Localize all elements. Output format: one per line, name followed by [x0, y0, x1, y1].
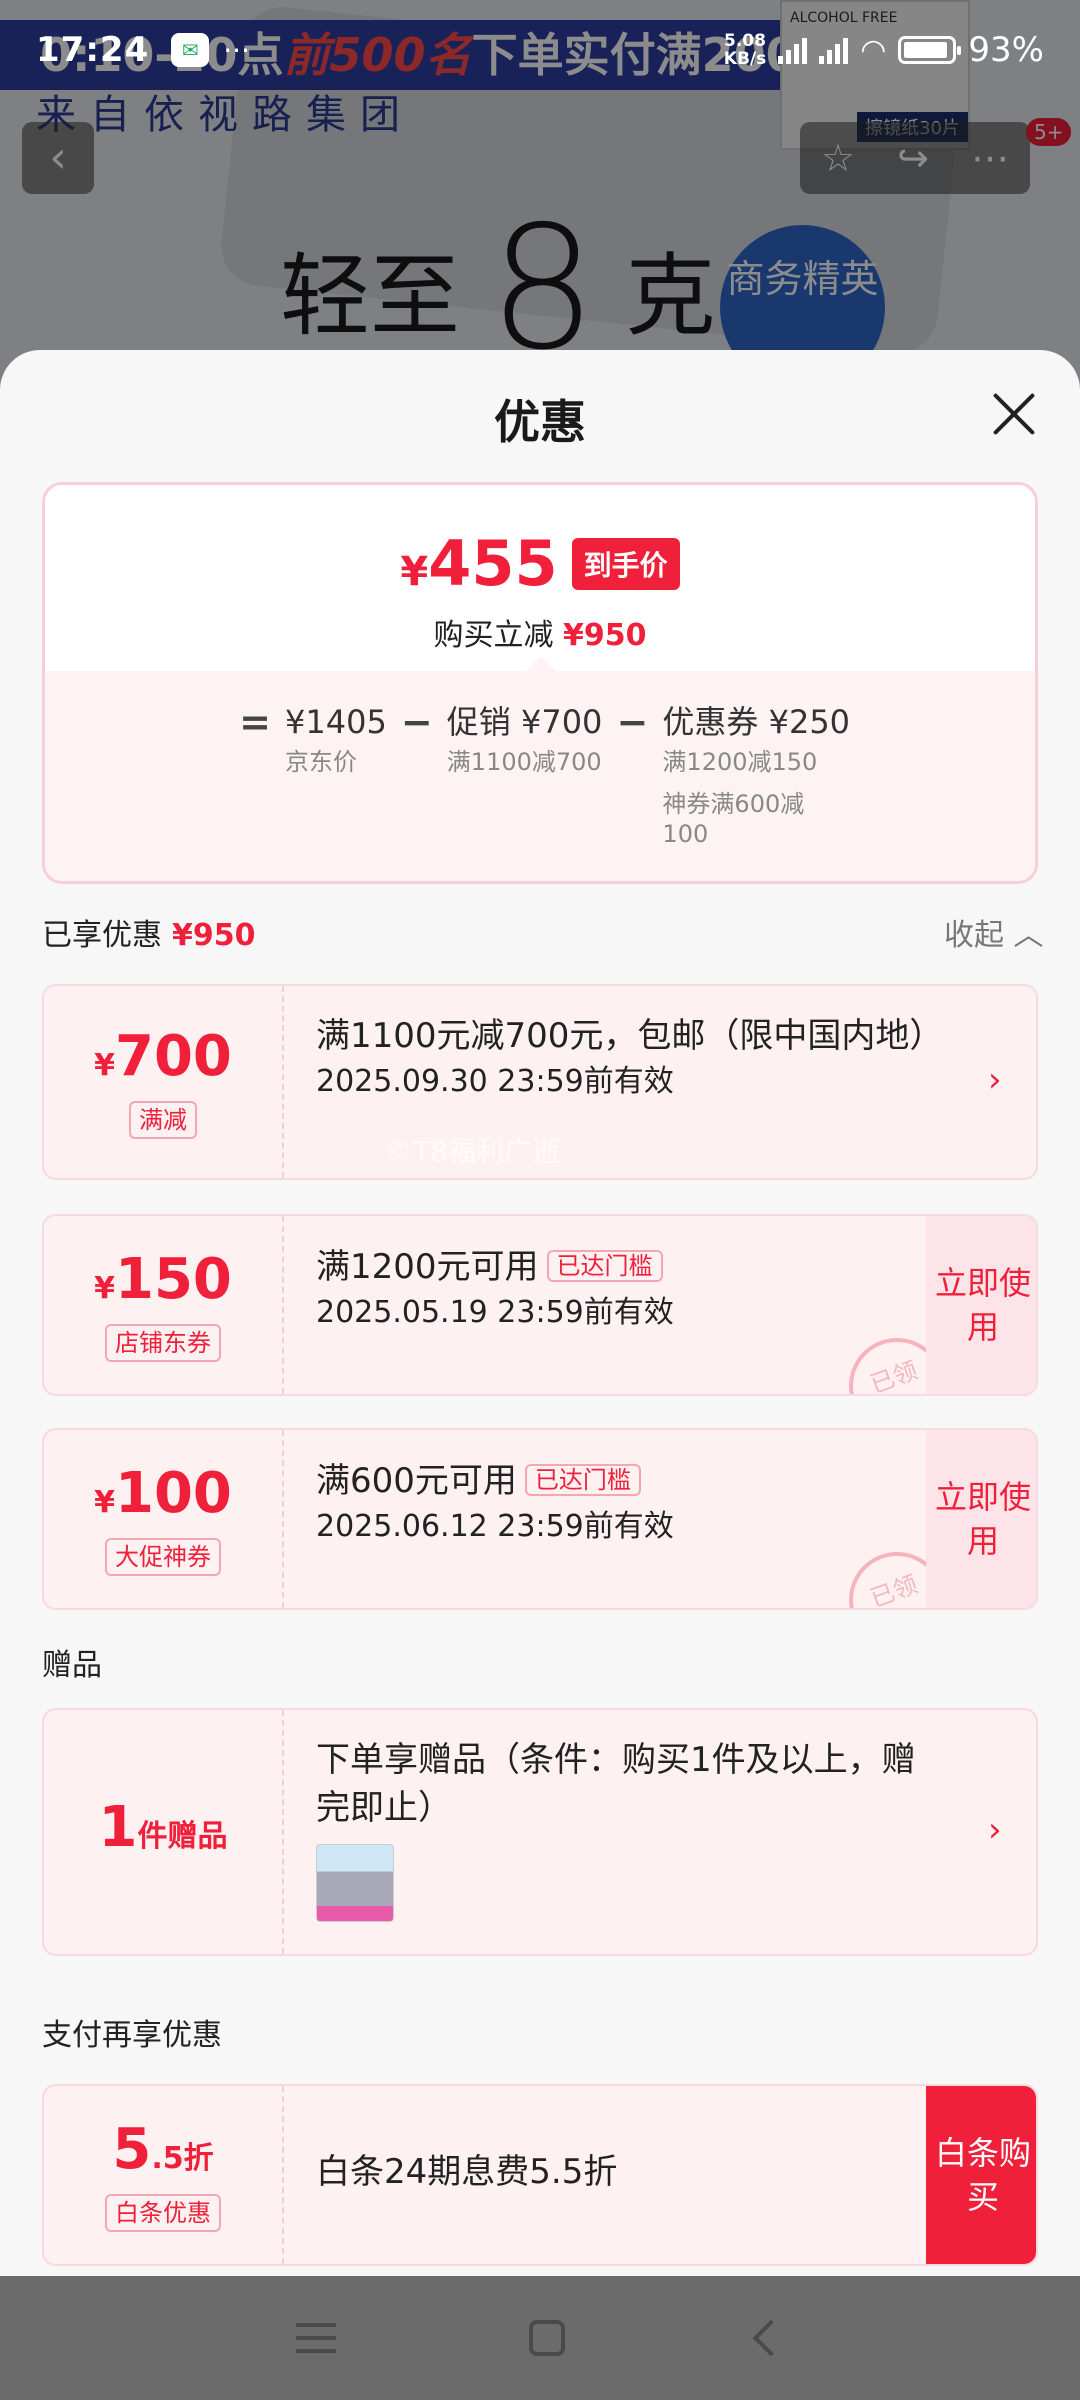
chevron-right-icon[interactable]: › — [988, 1810, 1002, 1850]
instant-discount-line: 购买立减 ¥950 — [433, 618, 647, 653]
battery-icon — [898, 36, 962, 64]
coupon-card-store: ¥150 店铺东券 满1200元可用 已达门槛 2025.05.19 23:59前… — [42, 1214, 1038, 1396]
coupon-title: 满600元可用 已达门槛 — [316, 1456, 936, 1505]
back-icon[interactable] — [752, 2319, 790, 2357]
discount-rate: 5.5折 — [112, 2116, 214, 2182]
final-price: ¥455 — [400, 527, 558, 600]
coupon-type-tag: 满减 — [129, 1100, 197, 1139]
coupon-card-mega-promo: ¥100 大促神券 满600元可用 已达门槛 2025.06.12 23:59前有… — [42, 1428, 1038, 1610]
coupon-expiry: 2025.09.30 23:59前有效 — [316, 1064, 674, 1099]
home-icon[interactable] — [528, 2320, 565, 2356]
sheet-title: 优惠 — [494, 395, 586, 449]
coupon-title: 满1200元可用 已达门槛 — [316, 1242, 936, 1291]
signal-icon — [778, 36, 808, 64]
collapse-toggle[interactable]: 收起 ︿ — [944, 910, 1044, 954]
gift-count: 1件赠品 — [98, 1794, 228, 1860]
clock: 17:24 — [36, 30, 150, 70]
system-nav-bar — [0, 2276, 1080, 2400]
use-now-button[interactable]: 立即使用 — [926, 1216, 1036, 1394]
coupon-amount: ¥150 — [94, 1246, 232, 1312]
battery-percent: 93% — [968, 30, 1044, 70]
network-speed: 5.08 KB/s — [723, 31, 767, 69]
close-icon[interactable] — [990, 390, 1038, 438]
coupon-term: 优惠券 ¥250 满1200减150 神券满600减100 — [662, 703, 851, 848]
gift-thumbnail[interactable] — [316, 1844, 394, 1922]
gift-section-title: 赠品 — [42, 1648, 102, 1683]
gift-title: 下单享赠品（条件：购买1件及以上，赠完即止） — [316, 1740, 916, 1828]
pay-section-title: 支付再享优惠 — [42, 2018, 222, 2053]
price-breakdown: = ¥1405 京东价 − 促销 ¥700 满1100减700 − 优惠券 ¥2… — [45, 671, 1035, 881]
status-bar: 17:24 ✉ ··· 5.08 KB/s ◠ 93% — [0, 0, 1080, 100]
pay-type-tag: 白条优惠 — [105, 2193, 221, 2232]
enjoyed-discount-header: 已享优惠 ¥950 — [42, 918, 256, 953]
coupon-type-tag: 店铺东券 — [105, 1323, 221, 1362]
watermark: ©T8福利广逝 — [385, 1135, 560, 1168]
gift-card[interactable]: 1件赠品 下单享赠品（条件：购买1件及以上，赠完即止） › — [42, 1708, 1038, 1956]
jd-price-term: ¥1405 京东价 — [285, 703, 387, 776]
coupon-expiry: 2025.06.12 23:59前有效 — [316, 1509, 674, 1544]
final-price-tag: 到手价 — [571, 537, 680, 590]
chevron-up-icon: ︿ — [1013, 918, 1044, 953]
coupon-type-tag: 大促神券 — [105, 1537, 221, 1576]
more-notifications-icon: ··· — [223, 33, 250, 67]
threshold-badge: 已达门槛 — [524, 1464, 641, 1496]
chevron-right-icon[interactable]: › — [988, 1060, 1002, 1100]
pay-offer-title: 白条24期息费5.5折 — [316, 2152, 618, 2192]
menu-icon[interactable] — [296, 2323, 337, 2353]
coupon-amount: ¥100 — [94, 1460, 232, 1526]
coupon-title: 满1100元减700元，包邮（限中国内地） — [316, 1016, 944, 1056]
coupon-amount: ¥700 — [94, 1023, 232, 1089]
discount-sheet: 优惠 ¥455 到手价 购买立减 ¥950 = ¥1405 京东价 − 促销 ¥… — [0, 350, 1080, 2276]
coupon-expiry: 2025.05.19 23:59前有效 — [316, 1295, 674, 1330]
promo-term: 促销 ¥700 满1100减700 — [446, 703, 603, 776]
price-summary-card: ¥455 到手价 购买立减 ¥950 = ¥1405 京东价 − 促销 ¥700… — [42, 482, 1038, 884]
threshold-badge: 已达门槛 — [546, 1250, 663, 1282]
use-now-button[interactable]: 立即使用 — [926, 1430, 1036, 1608]
baitiao-buy-button[interactable]: 白条购买 — [926, 2086, 1036, 2264]
wechat-icon: ✉ — [171, 33, 210, 67]
baitiao-card: 5.5折 白条优惠 白条24期息费5.5折 白条购买 — [42, 2084, 1038, 2266]
signal-icon — [819, 36, 849, 64]
wifi-icon: ◠ — [860, 32, 887, 68]
